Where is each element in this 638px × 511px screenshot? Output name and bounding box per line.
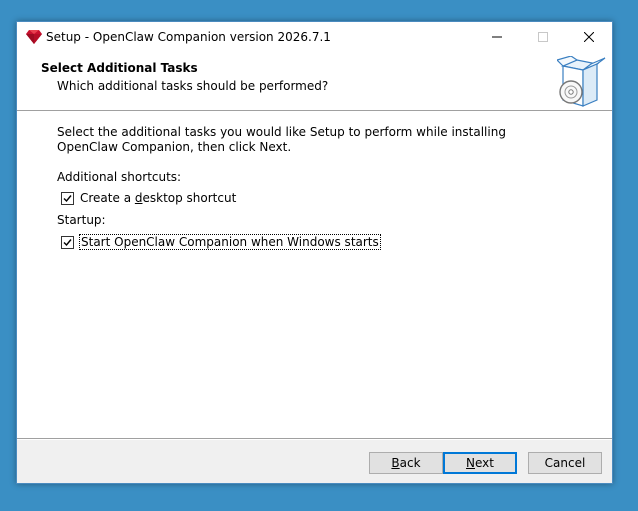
ruby-gem-icon bbox=[26, 30, 42, 44]
group-label-startup: Startup: bbox=[57, 213, 106, 227]
maximize-button[interactable] bbox=[520, 22, 566, 52]
wizard-header: Select Additional Tasks Which additional… bbox=[17, 52, 612, 110]
group-label-shortcuts: Additional shortcuts: bbox=[57, 170, 182, 184]
start-with-windows-label[interactable]: Start OpenClaw Companion when Windows st… bbox=[79, 234, 381, 250]
cancel-button[interactable]: Cancel bbox=[528, 452, 602, 474]
page-subtitle: Which additional tasks should be perform… bbox=[57, 79, 329, 93]
task-start-with-windows[interactable]: Start OpenClaw Companion when Windows st… bbox=[61, 234, 381, 250]
desktop-shortcut-label[interactable]: Create a desktop shortcut bbox=[80, 191, 236, 205]
task-desktop-shortcut[interactable]: Create a desktop shortcut bbox=[61, 190, 236, 206]
footer-divider-highlight bbox=[17, 439, 612, 440]
minimize-icon bbox=[492, 36, 502, 38]
maximize-icon bbox=[538, 32, 548, 42]
title-bar[interactable]: Setup - OpenClaw Companion version 2026.… bbox=[17, 22, 612, 52]
setup-box-icon bbox=[557, 56, 606, 107]
desktop-shortcut-checkbox[interactable] bbox=[61, 191, 74, 205]
close-button[interactable] bbox=[566, 22, 612, 52]
next-button[interactable]: Next bbox=[443, 452, 517, 474]
start-with-windows-checkbox[interactable] bbox=[61, 235, 74, 249]
wizard-content: Select the additional tasks you would li… bbox=[17, 112, 612, 438]
close-icon bbox=[584, 32, 594, 42]
minimize-button[interactable] bbox=[474, 22, 520, 52]
setup-window: Setup - OpenClaw Companion version 2026.… bbox=[16, 21, 613, 484]
task-description: Select the additional tasks you would li… bbox=[57, 125, 506, 154]
checkmark-icon bbox=[63, 238, 72, 246]
window-title: Setup - OpenClaw Companion version 2026.… bbox=[46, 30, 331, 44]
page-title: Select Additional Tasks bbox=[41, 61, 198, 75]
checkmark-icon bbox=[63, 194, 72, 202]
back-button[interactable]: Back bbox=[369, 452, 443, 474]
